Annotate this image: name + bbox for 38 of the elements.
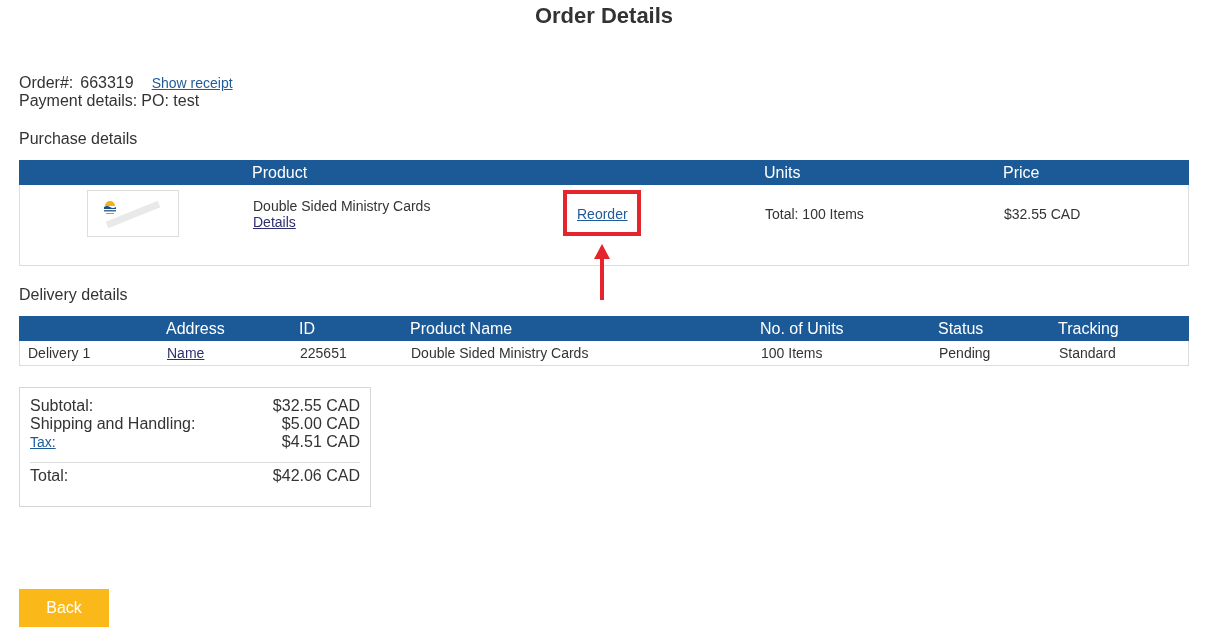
section-heading: Purchase details [19, 130, 139, 148]
table-cell-text: 100 Items [760, 344, 824, 363]
units-cell-text: Total: 100 Items [764, 205, 865, 222]
section-heading: Delivery details [19, 286, 129, 304]
summary-label: Subtotal: [30, 397, 94, 415]
reorder-link[interactable]: Reorder [577, 205, 628, 222]
product-name: Double Sided Ministry Cards [253, 197, 432, 214]
address-link[interactable]: Name [167, 345, 205, 361]
arrow-up-icon [594, 243, 610, 300]
table-cell-text: Pending [938, 344, 992, 363]
table-cell-text: Double Sided Ministry Cards [410, 344, 590, 363]
total-value: $42.06 CAD [272, 467, 360, 485]
price-cell-text: $32.55 CAD [1003, 205, 1082, 222]
column-header: Price [1002, 163, 1041, 183]
details-link[interactable]: Details [253, 213, 296, 230]
order-number-label: Order#: [19, 74, 74, 92]
payment-label: Payment details: [19, 92, 138, 110]
show-receipt-link[interactable]: Show receipt [151, 74, 233, 92]
column-header: Tracking [1057, 319, 1120, 339]
order-number: 663319 [80, 74, 134, 92]
summary-value: $32.55 CAD [272, 397, 360, 415]
column-header: Address [165, 319, 226, 339]
summary-value: $5.00 CAD [281, 415, 360, 433]
column-header: Product Name [409, 319, 514, 339]
payment-value: PO: test [141, 92, 200, 110]
column-header: Units [763, 163, 802, 183]
summary-label: Shipping and Handling: [30, 415, 196, 433]
column-header: Product [251, 163, 309, 183]
tax-link[interactable]: Tax: [30, 433, 56, 451]
page-title: Order Details [533, 2, 675, 30]
column-header: Status [937, 319, 985, 339]
table-cell-text: Delivery 1 [27, 344, 92, 363]
total-label: Total: [30, 467, 69, 485]
summary-value: $4.51 CAD [281, 433, 360, 451]
table-cell-text: Standard [1058, 344, 1117, 363]
column-header: No. of Units [759, 319, 845, 339]
column-header: ID [298, 319, 316, 339]
table-cell-text: 225651 [299, 344, 348, 363]
